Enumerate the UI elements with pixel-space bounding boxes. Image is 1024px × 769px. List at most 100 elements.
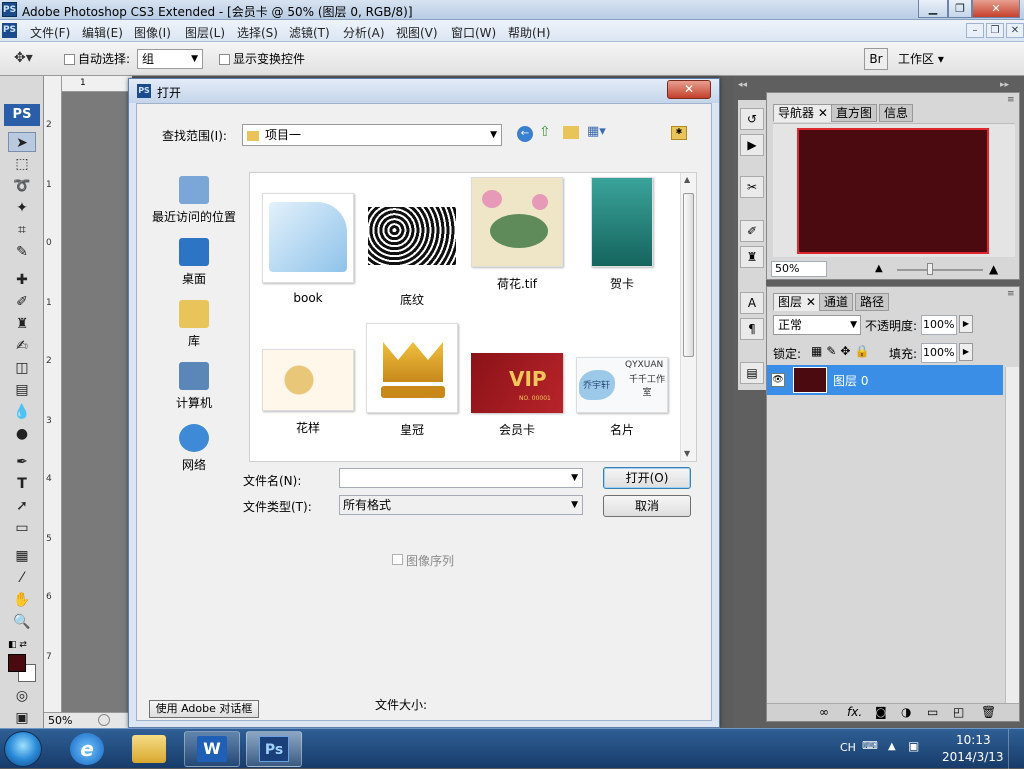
view-menu-icon[interactable]: ▦▾ (587, 124, 606, 139)
file-list-scrollbar[interactable]: ▲ ▼ (680, 173, 696, 461)
collapse-dock-icon[interactable]: ◂◂ (738, 80, 768, 92)
filename-input[interactable]: ▼ (339, 468, 583, 488)
quick-mask-icon[interactable]: ◎ (8, 686, 36, 706)
file-item-greeting[interactable]: 贺卡 (570, 177, 674, 292)
panel-menu-icon[interactable]: ≡ (1007, 95, 1015, 105)
ie-icon[interactable]: e (70, 733, 104, 765)
file-item-businesscard[interactable]: 乔宇轩 QYXUAN 千千工作室 名片 (570, 357, 674, 438)
filetype-dropdown[interactable]: 所有格式 ▼ (339, 495, 583, 515)
pen-tool-icon[interactable]: ✒ (8, 452, 36, 472)
document-canvas[interactable] (62, 92, 132, 712)
trash-icon[interactable]: 🗑 (981, 705, 996, 719)
menu-edit[interactable]: 编辑(E) (82, 24, 123, 41)
lock-icons[interactable]: ▦✎✥🔒 (811, 344, 873, 358)
start-button[interactable] (4, 731, 42, 767)
ps-menu-icon[interactable]: PS (2, 23, 17, 38)
lasso-tool-icon[interactable]: ➰ (8, 176, 36, 196)
new-layer-icon[interactable]: ◰ (953, 705, 964, 719)
folder-icon[interactable]: ▭ (927, 705, 938, 719)
paragraph-panel-icon[interactable]: ¶ (740, 318, 764, 340)
place-network[interactable]: 网络 (149, 424, 239, 473)
back-icon[interactable]: ← (517, 126, 533, 142)
favorite-folder-icon[interactable]: ✱ (671, 126, 687, 140)
file-item-lotus[interactable]: 荷花.tif (465, 177, 569, 292)
notes-tool-icon[interactable]: ▦ (8, 546, 36, 566)
network-tray-icon[interactable]: ▣ (908, 739, 919, 753)
clock-time[interactable]: 10:13 (956, 733, 991, 747)
doc-close-button[interactable]: ✕ (1006, 23, 1024, 38)
menu-filter[interactable]: 滤镜(T) (289, 24, 330, 41)
tray-expand-icon[interactable]: ▲ (888, 741, 896, 752)
crop-tool-icon[interactable]: ⌗ (8, 220, 36, 240)
zoom-in-icon[interactable]: ▲ (989, 262, 998, 276)
foreground-color-swatch[interactable] (8, 654, 26, 672)
close-button[interactable]: ✕ (972, 0, 1020, 18)
type-tool-icon[interactable]: T (8, 474, 36, 494)
taskbar-word-button[interactable]: W (184, 731, 240, 767)
link-icon[interactable]: ∞ (819, 705, 829, 719)
auto-select-dropdown[interactable]: 组 ▼ (137, 49, 203, 69)
move-tool-icon[interactable]: ✥▾ (14, 50, 33, 66)
layers-scrollbar[interactable] (1005, 367, 1019, 703)
swap-colors-icon[interactable]: ◧ ⇄ (8, 640, 27, 650)
fx-icon[interactable]: fx. (847, 705, 862, 719)
layer-row[interactable]: 👁 图层 0 (767, 365, 1003, 395)
history-panel-icon[interactable]: ↺ (740, 108, 764, 130)
expand-dock-icon[interactable]: ▸▸ (1000, 80, 1020, 92)
screen-mode-icon[interactable]: ▣ (8, 708, 36, 728)
tab-channels[interactable]: 通道 (819, 293, 854, 311)
menu-image[interactable]: 图像(I) (134, 24, 171, 41)
slice-tool-icon[interactable]: ✎ (8, 242, 36, 262)
show-desktop-button[interactable] (1008, 729, 1024, 769)
history-brush-icon[interactable]: ✍ (8, 336, 36, 356)
layer-name[interactable]: 图层 0 (833, 372, 868, 389)
marquee-tool-icon[interactable]: ⬚ (8, 154, 36, 174)
adjust-icon[interactable]: ◑ (901, 705, 911, 719)
menu-layer[interactable]: 图层(L) (185, 24, 225, 41)
scroll-up-icon[interactable]: ▲ (684, 175, 690, 184)
brush-tool-icon[interactable]: ✐ (8, 292, 36, 312)
ime-icon[interactable]: ⌨ (862, 739, 878, 752)
open-button[interactable]: 打开(O) (603, 467, 691, 489)
opacity-input[interactable]: 100% (921, 315, 957, 335)
scroll-thumb[interactable] (683, 193, 694, 357)
input-language-indicator[interactable]: CH (840, 741, 856, 754)
fill-slider-button[interactable]: ▶ (959, 343, 973, 361)
zoom-slider-handle[interactable] (927, 263, 933, 275)
clock-date[interactable]: 2014/3/13 (942, 750, 1004, 764)
menu-window[interactable]: 窗口(W) (451, 24, 496, 41)
hand-tool-icon[interactable]: ✋ (8, 590, 36, 610)
shape-tool-icon[interactable]: ▭ (8, 518, 36, 538)
panel-menu-icon[interactable]: ≡ (1007, 289, 1015, 299)
cancel-button[interactable]: 取消 (603, 495, 691, 517)
place-recent[interactable]: 最近访问的位置 (149, 176, 239, 225)
status-menu-icon[interactable] (98, 714, 110, 726)
tab-paths[interactable]: 路径 (855, 293, 890, 311)
path-select-icon[interactable]: ➚ (8, 496, 36, 516)
doc-restore-button[interactable]: ❐ (986, 23, 1004, 38)
file-item-crown[interactable]: 皇冠 (360, 323, 464, 438)
tab-layers[interactable]: 图层 ✕ (773, 293, 821, 311)
tab-navigator[interactable]: 导航器 ✕ (773, 104, 833, 122)
clone-source-icon[interactable]: ♜ (740, 246, 764, 268)
tab-histogram[interactable]: 直方图 (831, 104, 878, 122)
layer-comps-icon[interactable]: ▤ (740, 362, 764, 384)
menu-analysis[interactable]: 分析(A) (343, 24, 385, 41)
brushes-panel-icon[interactable]: ✐ (740, 220, 764, 242)
image-sequence-checkbox[interactable] (392, 554, 403, 565)
auto-select-checkbox[interactable] (64, 54, 75, 65)
eye-icon[interactable]: 👁 (771, 373, 785, 387)
navigator-preview[interactable] (797, 128, 989, 254)
menu-view[interactable]: 视图(V) (396, 24, 438, 41)
use-adobe-dialog-button[interactable]: 使用 Adobe 对话框 (149, 700, 259, 718)
actions-panel-icon[interactable]: ▶ (740, 134, 764, 156)
place-desktop[interactable]: 桌面 (149, 238, 239, 287)
minimize-button[interactable]: ▁ (918, 0, 948, 18)
place-computer[interactable]: 计算机 (149, 362, 239, 411)
zoom-tool-icon[interactable]: 🔍 (8, 612, 36, 632)
magic-wand-icon[interactable]: ✦ (8, 198, 36, 218)
explorer-icon[interactable] (132, 735, 166, 763)
up-folder-icon[interactable]: ⇧ (539, 124, 551, 140)
clone-stamp-icon[interactable]: ♜ (8, 314, 36, 334)
tab-info[interactable]: 信息 (879, 104, 914, 122)
